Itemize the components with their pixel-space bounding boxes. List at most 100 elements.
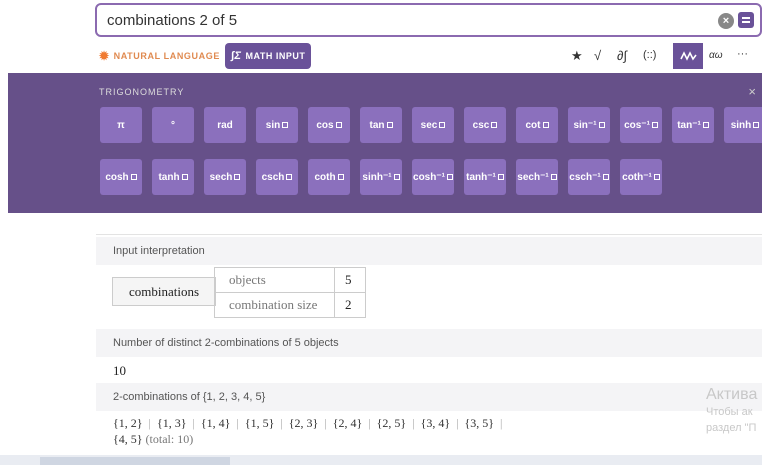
palette-key[interactable]: sech bbox=[204, 159, 246, 195]
activation-watermark-line: Чтобы ак bbox=[706, 406, 753, 418]
palette-key[interactable]: sec bbox=[412, 107, 454, 143]
input-mode-bar: ✹ NATURAL LANGUAGE ∫Σ MATH INPUT ★ √ ∂∫ … bbox=[95, 43, 762, 69]
placeholder-box-icon bbox=[497, 174, 504, 180]
placeholder-box-icon bbox=[439, 122, 446, 128]
combination-item: {3, 4} bbox=[420, 416, 451, 430]
close-icon[interactable]: × bbox=[748, 84, 756, 99]
greek-icon[interactable]: αω bbox=[709, 50, 723, 61]
matrix-icon[interactable]: (::) bbox=[643, 49, 656, 61]
palette-key-label: csch⁻¹ bbox=[569, 171, 601, 183]
placeholder-box-icon bbox=[653, 174, 660, 180]
search-query[interactable]: combinations 2 of 5 bbox=[107, 12, 237, 29]
palette-key-label: coth⁻¹ bbox=[622, 171, 652, 183]
integral-icon[interactable]: ∂∫ bbox=[617, 48, 627, 63]
palette-key-label: tanh⁻¹ bbox=[466, 171, 496, 183]
placeholder-box-icon bbox=[337, 174, 344, 180]
search-input[interactable]: combinations 2 of 5 × bbox=[95, 3, 762, 37]
separator: | bbox=[148, 416, 151, 430]
palette-key[interactable]: cos⁻¹ bbox=[620, 107, 662, 143]
placeholder-box-icon bbox=[753, 122, 760, 128]
interp-value-objects: 5 bbox=[334, 267, 366, 293]
palette-key[interactable]: tan bbox=[360, 107, 402, 143]
separator: | bbox=[324, 416, 327, 430]
combination-item: {1, 4} bbox=[200, 416, 231, 430]
placeholder-box-icon bbox=[234, 174, 241, 180]
palette-key-label: cot bbox=[525, 119, 541, 131]
placeholder-box-icon bbox=[651, 122, 658, 128]
palette-key[interactable]: cos bbox=[308, 107, 350, 143]
trig-tab[interactable] bbox=[673, 43, 703, 69]
palette-key-label: csc bbox=[472, 119, 490, 131]
palette-key-label: π bbox=[117, 119, 125, 131]
interpretation-header: Input interpretation bbox=[96, 237, 762, 265]
palette-key[interactable]: csch⁻¹ bbox=[568, 159, 610, 195]
palette-key[interactable]: coth⁻¹ bbox=[620, 159, 662, 195]
placeholder-box-icon bbox=[491, 122, 498, 128]
placeholder-box-icon bbox=[386, 122, 393, 128]
placeholder-box-icon bbox=[181, 174, 188, 180]
placeholder-box-icon bbox=[602, 174, 609, 180]
separator: | bbox=[368, 416, 371, 430]
count-header: Number of distinct 2-combinations of 5 o… bbox=[96, 329, 762, 357]
palette-key-label: sinh⁻¹ bbox=[362, 171, 392, 183]
palette-key-label: sin bbox=[265, 119, 281, 131]
palette-key[interactable]: tanh⁻¹ bbox=[464, 159, 506, 195]
sqrt-icon[interactable]: √ bbox=[594, 48, 601, 63]
palette-key[interactable]: sinh bbox=[724, 107, 762, 143]
palette-key[interactable]: sinh⁻¹ bbox=[360, 159, 402, 195]
palette-title: TRIGONOMETRY bbox=[99, 87, 185, 97]
palette-key-label: cosh bbox=[105, 171, 129, 183]
palette-key-label: sech bbox=[209, 171, 233, 183]
placeholder-box-icon bbox=[130, 174, 137, 180]
interp-value-size: 2 bbox=[334, 292, 366, 318]
palette-key-label: csch bbox=[261, 171, 285, 183]
palette-key[interactable]: sin bbox=[256, 107, 298, 143]
interp-label-size: combination size bbox=[214, 292, 335, 318]
separator: | bbox=[500, 416, 503, 430]
result-panel: Input interpretation combinations object… bbox=[96, 234, 762, 454]
star-icon[interactable]: ★ bbox=[571, 48, 583, 64]
count-value: 10 bbox=[113, 363, 126, 378]
trig-icon bbox=[680, 51, 697, 61]
palette-key[interactable]: tanh bbox=[152, 159, 194, 195]
more-icon[interactable]: ··· bbox=[737, 48, 748, 60]
placeholder-box-icon bbox=[702, 122, 709, 128]
palette-key-label: cosh⁻¹ bbox=[413, 171, 445, 183]
separator: | bbox=[236, 416, 239, 430]
palette-key-label: rad bbox=[217, 119, 233, 131]
activation-watermark-line: раздел "П bbox=[706, 422, 757, 434]
combination-item: {1, 3} bbox=[156, 416, 187, 430]
combination-item: {3, 5} bbox=[464, 416, 495, 430]
taskbar-item[interactable] bbox=[40, 457, 230, 465]
combination-item: {4, 5} bbox=[113, 432, 143, 446]
palette-key[interactable]: ° bbox=[152, 107, 194, 143]
placeholder-box-icon bbox=[335, 122, 342, 128]
palette-key[interactable]: cosh⁻¹ bbox=[412, 159, 454, 195]
palette-key[interactable]: sech⁻¹ bbox=[516, 159, 558, 195]
math-input-icon: ∫Σ bbox=[231, 50, 242, 62]
palette-key[interactable]: csc bbox=[464, 107, 506, 143]
palette-key[interactable]: csch bbox=[256, 159, 298, 195]
placeholder-box-icon bbox=[446, 174, 453, 180]
palette-key[interactable]: sin⁻¹ bbox=[568, 107, 610, 143]
palette-key-label: coth bbox=[314, 171, 336, 183]
placeholder-box-icon bbox=[393, 174, 400, 180]
placeholder-box-icon bbox=[286, 174, 293, 180]
natural-language-toggle[interactable]: ✹ NATURAL LANGUAGE bbox=[99, 46, 220, 66]
combination-item: {1, 5} bbox=[244, 416, 275, 430]
palette-key-label: tan bbox=[369, 119, 385, 131]
math-input-toggle[interactable]: ∫Σ MATH INPUT bbox=[225, 43, 312, 69]
palette-key-label: tanh bbox=[158, 171, 180, 183]
placeholder-box-icon bbox=[282, 122, 289, 128]
palette-key[interactable]: cosh bbox=[100, 159, 142, 195]
palette-key[interactable]: π bbox=[100, 107, 142, 143]
palette-key[interactable]: cot bbox=[516, 107, 558, 143]
palette-key-label: sec bbox=[420, 119, 438, 131]
palette-key[interactable]: rad bbox=[204, 107, 246, 143]
palette-key[interactable]: tan⁻¹ bbox=[672, 107, 714, 143]
separator: | bbox=[280, 416, 283, 430]
palette-key[interactable]: coth bbox=[308, 159, 350, 195]
clear-icon[interactable]: × bbox=[718, 13, 734, 29]
combination-item: {2, 3} bbox=[288, 416, 319, 430]
compute-icon[interactable] bbox=[738, 12, 754, 28]
